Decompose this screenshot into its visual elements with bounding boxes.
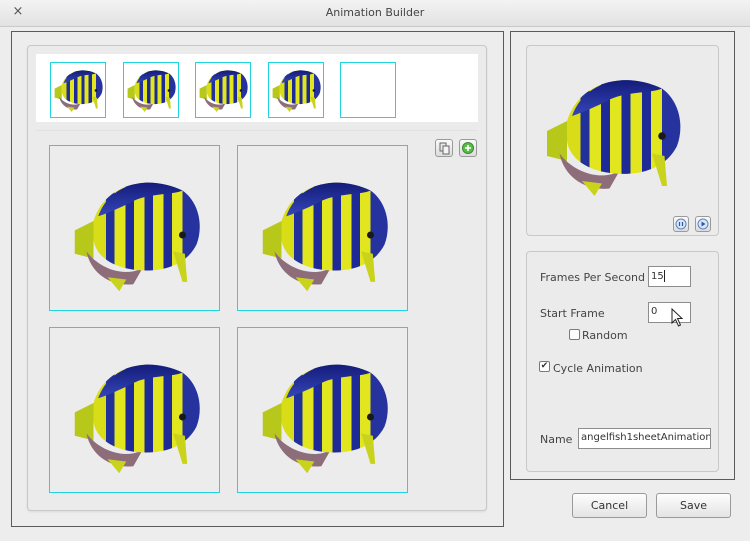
animation-settings-panel: Frames Per Second 15 Start Frame 0 Rando… bbox=[510, 31, 735, 480]
mouse-pointer-icon bbox=[671, 308, 684, 327]
frame-thumbnail[interactable] bbox=[268, 62, 324, 118]
window-title: Animation Builder bbox=[325, 6, 425, 19]
fish-image bbox=[196, 63, 250, 117]
sprite-sheet-area bbox=[27, 45, 487, 511]
sprite-frame-cell[interactable] bbox=[237, 145, 408, 311]
fps-input[interactable]: 15 bbox=[648, 266, 691, 287]
sprite-frame-cell[interactable] bbox=[237, 327, 408, 493]
cycle-animation-checkbox[interactable]: ✔ bbox=[539, 361, 550, 372]
fish-image bbox=[124, 63, 178, 117]
cycle-animation-label: Cycle Animation bbox=[553, 362, 643, 375]
add-frame-button[interactable] bbox=[459, 139, 477, 157]
fish-image bbox=[269, 63, 323, 117]
start-frame-value: 0 bbox=[651, 306, 658, 317]
sprite-frame-cell[interactable] bbox=[49, 327, 220, 493]
animation-properties: Frames Per Second 15 Start Frame 0 Rando… bbox=[526, 251, 719, 472]
frame-thumbnail[interactable] bbox=[123, 62, 179, 118]
title-bar: × Animation Builder bbox=[0, 0, 750, 27]
strip-divider bbox=[36, 130, 478, 131]
copy-icon bbox=[439, 142, 450, 155]
animation-name-value: angelfish1sheetAnimation bbox=[581, 432, 711, 443]
fish-image bbox=[74, 364, 200, 474]
random-checkbox[interactable] bbox=[569, 329, 580, 340]
cancel-button[interactable]: Cancel bbox=[572, 493, 647, 518]
animation-name-input[interactable]: angelfish1sheetAnimation bbox=[578, 428, 711, 449]
pause-icon bbox=[675, 218, 687, 230]
save-button[interactable]: Save bbox=[656, 493, 731, 518]
sprite-sheet-panel bbox=[11, 31, 504, 527]
sprite-frame-cell[interactable] bbox=[49, 145, 220, 311]
fish-image bbox=[262, 182, 388, 292]
frame-thumbnail[interactable] bbox=[50, 62, 106, 118]
name-label: Name bbox=[540, 433, 573, 446]
fish-preview-image bbox=[547, 80, 681, 196]
fish-image bbox=[51, 63, 105, 117]
pause-button[interactable] bbox=[673, 216, 689, 232]
fps-value: 15 bbox=[651, 271, 664, 282]
start-frame-label: Start Frame bbox=[540, 307, 605, 320]
animation-frames-strip bbox=[36, 54, 478, 122]
text-cursor bbox=[663, 270, 665, 282]
play-button[interactable] bbox=[695, 216, 711, 232]
fish-image bbox=[262, 364, 388, 474]
fps-label: Frames Per Second bbox=[540, 271, 646, 284]
animation-preview bbox=[526, 45, 719, 236]
add-icon bbox=[462, 142, 474, 154]
fish-image bbox=[74, 182, 200, 292]
frame-thumbnail[interactable] bbox=[195, 62, 251, 118]
copy-frames-button[interactable] bbox=[435, 139, 453, 157]
empty-frame-slot[interactable] bbox=[340, 62, 396, 118]
random-label: Random bbox=[582, 329, 628, 342]
play-icon bbox=[697, 218, 709, 230]
